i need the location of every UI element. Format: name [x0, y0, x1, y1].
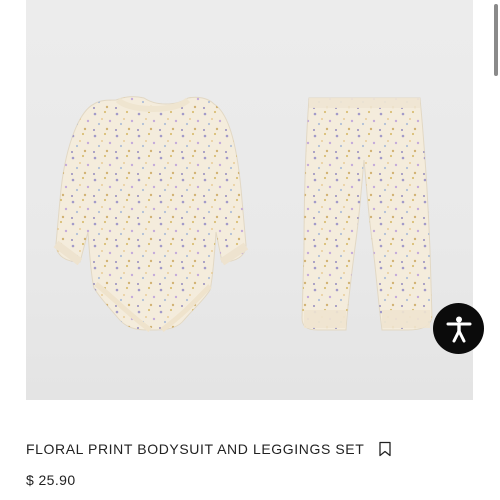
bookmark-button[interactable]: [378, 441, 392, 457]
product-image[interactable]: [26, 0, 473, 400]
product-garments-illustration: [53, 96, 433, 332]
bookmark-icon: [379, 441, 392, 457]
leggings: [301, 97, 433, 331]
page-scrollbar[interactable]: [493, 0, 498, 500]
accessibility-button[interactable]: [433, 303, 484, 354]
product-price: $ 25.90: [26, 472, 76, 488]
product-title-row: FLORAL PRINT BODYSUIT AND LEGGINGS SET: [26, 439, 392, 459]
bodysuit: [53, 96, 249, 332]
product-title: FLORAL PRINT BODYSUIT AND LEGGINGS SET: [26, 441, 365, 457]
accessibility-icon: [446, 316, 471, 342]
scrollbar-thumb[interactable]: [494, 4, 498, 76]
